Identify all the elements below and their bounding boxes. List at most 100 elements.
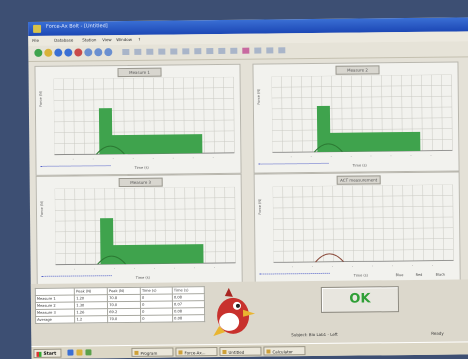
x-tick: ·	[372, 263, 373, 268]
task-label: Calculator	[272, 349, 293, 355]
toolbar-button-3[interactable]	[64, 48, 73, 57]
start-button[interactable]: Start	[33, 348, 62, 358]
legend-line	[259, 272, 330, 277]
chart-title[interactable]: Measure 3	[118, 177, 163, 188]
legend-line	[40, 165, 111, 169]
y-axis-label: Force (N)	[38, 90, 43, 107]
y-axis-label: Force (N)	[39, 200, 45, 217]
toolbar-button-0[interactable]	[34, 48, 43, 57]
toolbar-button-1[interactable]	[44, 48, 53, 57]
legend-line	[258, 162, 329, 167]
application-window: Force-Ax Bolt - [Untitled] File Database S…	[28, 17, 468, 359]
x-axis-label: Time (s)	[134, 165, 149, 170]
menu-item-3[interactable]: View	[102, 37, 112, 42]
quicklaunch-folder-icon[interactable]	[76, 349, 83, 356]
toolbar-tool-1[interactable]	[134, 48, 142, 55]
x-tick: ·	[132, 156, 133, 161]
window-title: Force-Ax Bolt - [Untitled]	[46, 23, 108, 30]
x-tick: ·	[114, 266, 115, 271]
taskbar-task-1[interactable]: Force-Ax...	[175, 347, 218, 357]
chart-panel-3: Measure 3Force (N)Time (s)·········	[35, 173, 243, 286]
chart-title[interactable]: ACT measurement	[336, 175, 381, 185]
x-tick: ·	[370, 153, 371, 158]
x-tick: ·	[290, 154, 291, 159]
toolbar	[28, 41, 468, 62]
chart-panel-2: Measure 2Force (N)Time (s)·········	[252, 61, 460, 174]
toolbar-button-7[interactable]	[104, 48, 113, 57]
taskbar-task-0[interactable]: Program	[131, 347, 174, 357]
x-tick: ·	[310, 154, 311, 159]
toolbar-tool-10[interactable]	[242, 47, 250, 54]
force-plot: ·········	[271, 74, 453, 159]
quicklaunch-browser-icon[interactable]	[67, 349, 74, 356]
toolbar-tool-8[interactable]	[218, 47, 226, 55]
table-cell: 1.2	[74, 315, 108, 324]
x-tick: ·	[134, 266, 135, 271]
x-tick: ·	[292, 264, 293, 269]
menu-item-1[interactable]: Database	[54, 38, 73, 43]
toolbar-tool-2[interactable]	[146, 48, 154, 55]
toolbar-tool-5[interactable]	[182, 48, 190, 55]
x-tick: ·	[390, 153, 391, 158]
x-tick: ·	[112, 156, 113, 161]
x-tick: ·	[154, 266, 155, 271]
taskbar-task-2[interactable]: Untitled	[219, 346, 262, 357]
toolbar-tool-7[interactable]	[206, 48, 214, 55]
legend-line	[41, 275, 112, 279]
ok-button[interactable]: OK	[320, 286, 400, 313]
menu-item-4[interactable]: Window	[116, 37, 132, 42]
x-tick: ·	[212, 155, 213, 160]
y-axis-label: Force (N)	[257, 198, 263, 215]
toolbar-button-2[interactable]	[54, 48, 63, 57]
toolbar-tool-13[interactable]	[278, 47, 286, 54]
task-label: Force-Ax...	[184, 350, 206, 356]
x-tick: ·	[194, 265, 195, 270]
x-tick: ·	[72, 157, 73, 162]
x-tick: ·	[214, 265, 215, 270]
x-tick: ·	[352, 264, 353, 269]
chart-title[interactable]: Measure 1	[117, 67, 162, 78]
toolbar-button-6[interactable]	[94, 48, 103, 57]
menu-item-0[interactable]: File	[32, 38, 39, 43]
toolbar-tool-4[interactable]	[170, 48, 178, 55]
x-tick: ·	[94, 266, 95, 271]
toolbar-tool-3[interactable]	[158, 48, 166, 55]
legend-item: Black	[435, 272, 446, 277]
menu-item-5[interactable]: ?	[138, 37, 140, 42]
status-text: Subject: Bio Lab1 - Left	[291, 331, 338, 338]
y-axis-label: Force (N)	[256, 88, 261, 105]
status-bar: Subject: Bio Lab1 - Left Ready	[281, 329, 468, 339]
x-tick: ·	[332, 264, 333, 269]
start-label: Start	[43, 351, 57, 357]
x-tick: ·	[392, 263, 393, 268]
chart-panel-4: ACT measurement Force (N) Time (s) · · · · · · · ·…	[253, 171, 461, 284]
task-label: Untitled	[228, 349, 245, 355]
table-cell: 70.0	[107, 315, 141, 323]
toolbar-tool-12[interactable]	[266, 47, 274, 54]
app-icon	[33, 24, 42, 33]
quicklaunch-app-icon[interactable]	[85, 349, 92, 356]
x-tick: ·	[172, 155, 173, 160]
toolbar-button-4[interactable]	[74, 48, 83, 57]
x-tick: ·	[410, 153, 411, 158]
toolbar-tool-6[interactable]	[194, 48, 202, 55]
taskbar-task-3[interactable]: Calculator	[263, 346, 306, 356]
task-app-icon	[222, 349, 227, 354]
menu-item-2[interactable]: Station	[82, 37, 96, 42]
task-app-icon	[134, 350, 139, 355]
table-cell: 0	[140, 315, 173, 323]
x-axis-label: Time (s)	[135, 275, 150, 280]
chart-title[interactable]: Measure 2	[335, 65, 380, 75]
x-tick: ·	[330, 154, 331, 159]
x-tick: ·	[92, 156, 93, 161]
task-app-icon	[178, 350, 183, 355]
table-row[interactable]: Average 1.2 70.0 0 0.08	[35, 314, 205, 324]
x-axis-label: Time (s)	[352, 163, 367, 168]
mascot-logo-icon	[213, 287, 256, 337]
toolbar-tool-9[interactable]	[230, 47, 238, 54]
toolbar-button-5[interactable]	[84, 48, 93, 57]
status-ready: Ready	[431, 330, 444, 336]
task-label: Program	[140, 350, 158, 356]
toolbar-tool-11[interactable]	[254, 47, 262, 54]
toolbar-tool-0[interactable]	[122, 48, 130, 56]
